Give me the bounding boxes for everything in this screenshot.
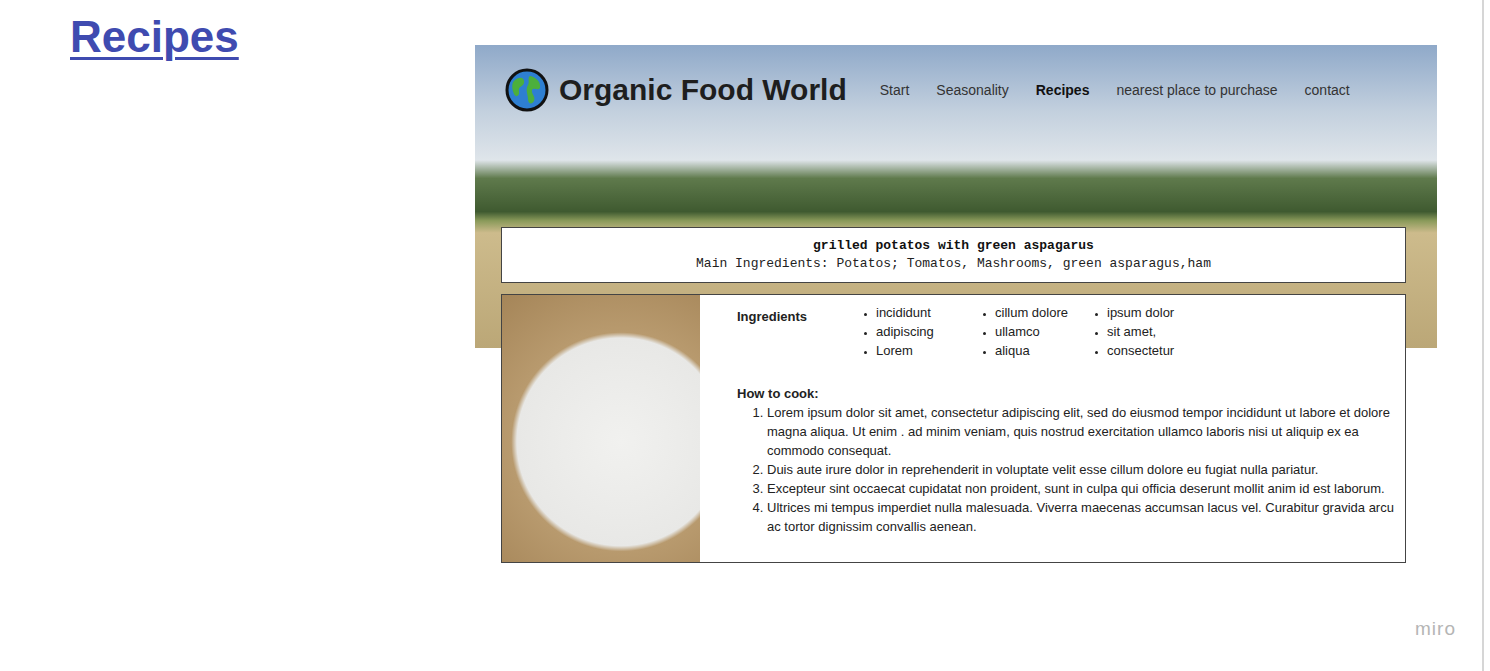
ingredient-item: ullamco: [995, 322, 1092, 341]
step-item: Ultrices mi tempus imperdiet nulla males…: [767, 498, 1401, 536]
ingredients-column: ipsum dolorsit amet,consectetur: [1092, 303, 1202, 360]
site-nav: Start Seasonality Recipes nearest place to …: [880, 80, 1350, 100]
site-header: Organic Food World Start Seasonality Recip…: [475, 45, 1437, 135]
board: Recipes Organic Food World Start Seasonal…: [0, 0, 1490, 563]
ingredient-item: adipiscing: [876, 322, 980, 341]
ingredient-item: consectetur: [1107, 341, 1202, 360]
board-edge: [1482, 0, 1484, 671]
recipe-title: grilled potatos with green aspagarus: [813, 237, 1094, 255]
step-item: Excepteur sint occaecat cupidatat non pr…: [767, 479, 1401, 498]
nav-item[interactable]: contact: [1305, 80, 1350, 100]
ingredients-column: cillum doloreullamcoaliqua: [980, 303, 1092, 360]
recipe-details: Ingredients incididuntadipiscingLoremcil…: [700, 295, 1405, 562]
recipe-title-box: grilled potatos with green aspagarus Mai…: [501, 227, 1406, 283]
step-item: Lorem ipsum dolor sit amet, consectetur …: [767, 403, 1401, 460]
ingredient-item: Lorem: [876, 341, 980, 360]
steps-list: Lorem ipsum dolor sit amet, consectetur …: [737, 403, 1401, 536]
nav-item[interactable]: Seasonality: [936, 80, 1008, 100]
step-item: Duis aute irure dolor in reprehenderit i…: [767, 460, 1401, 479]
nav-item[interactable]: Recipes: [1036, 80, 1090, 100]
ingredients-column: incididuntadipiscingLorem: [861, 303, 980, 360]
ingredient-item: sit amet,: [1107, 322, 1202, 341]
main-ingredients: Main Ingredients: Potatos; Tomatos, Mash…: [696, 255, 1211, 273]
recipe-photo: [502, 295, 700, 562]
ingredients-row: Ingredients incididuntadipiscingLoremcil…: [737, 303, 1401, 360]
site-name[interactable]: Organic Food World: [559, 70, 847, 110]
title-area: Recipes: [0, 0, 475, 563]
ingredients-label: Ingredients: [737, 303, 861, 360]
website-mockup: Organic Food World Start Seasonality Recip…: [475, 45, 1437, 563]
how-to-cook-label: How to cook:: [737, 384, 1401, 403]
ingredient-item: incididunt: [876, 303, 980, 322]
page-title[interactable]: Recipes: [70, 8, 475, 66]
mockup-content: Organic Food World Start Seasonality Recip…: [475, 45, 1437, 563]
ingredient-item: ipsum dolor: [1107, 303, 1202, 322]
ingredients-columns: incididuntadipiscingLoremcillum doloreul…: [861, 303, 1202, 360]
ingredient-item: cillum dolore: [995, 303, 1092, 322]
nav-item[interactable]: Start: [880, 80, 910, 100]
globe-icon[interactable]: [505, 68, 549, 112]
ingredient-item: aliqua: [995, 341, 1092, 360]
recipe-card: Ingredients incididuntadipiscingLoremcil…: [501, 294, 1406, 563]
nav-item[interactable]: nearest place to purchase: [1116, 80, 1277, 100]
miro-watermark: miro: [1415, 617, 1456, 641]
